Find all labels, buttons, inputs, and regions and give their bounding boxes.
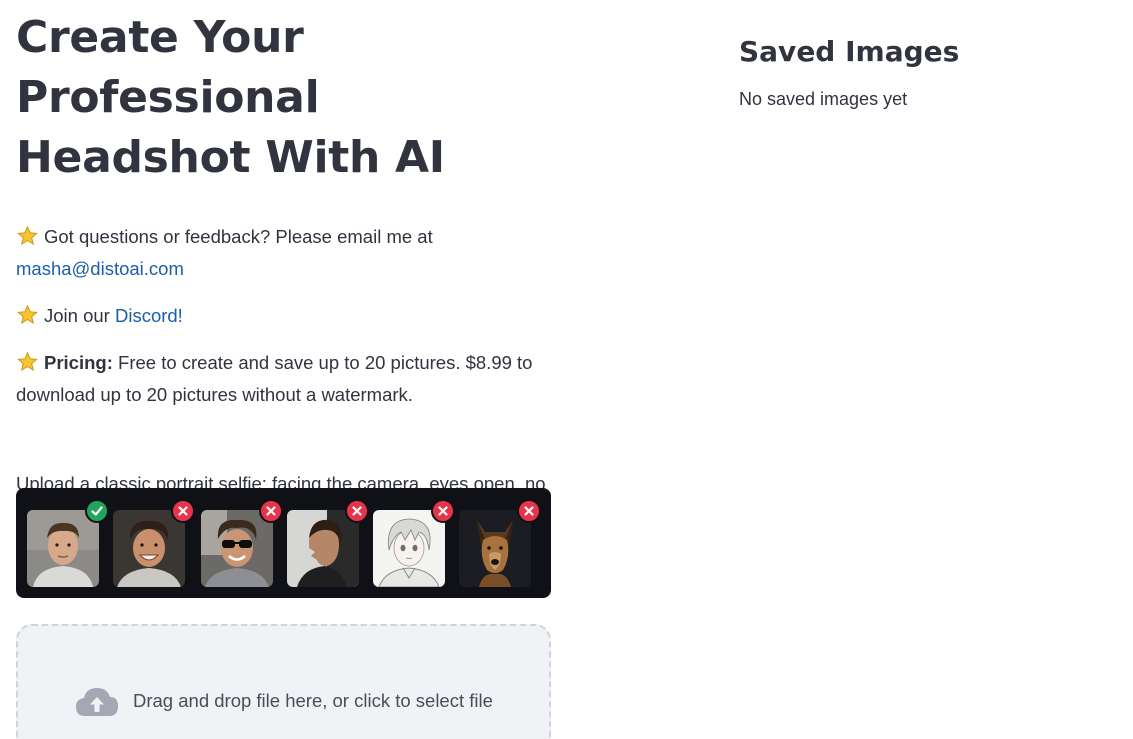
example-sunglasses-selfie bbox=[201, 499, 283, 587]
example-front-facing-selfie bbox=[27, 499, 109, 587]
pricing-line: Pricing: Free to create and save up to 2… bbox=[16, 347, 552, 411]
cloud-upload-icon bbox=[76, 688, 118, 716]
close-icon bbox=[266, 506, 276, 516]
dropzone-content: Drag and drop file here, or click to sel… bbox=[74, 684, 493, 718]
example-photo bbox=[113, 510, 185, 587]
close-icon bbox=[352, 506, 362, 516]
example-photo bbox=[201, 510, 273, 587]
rejected-badge bbox=[345, 499, 369, 523]
discord-line: Join our Discord! bbox=[16, 300, 552, 332]
page: Create Your Professional Headshot With A… bbox=[0, 0, 1133, 739]
example-dog-photo bbox=[459, 499, 541, 587]
dropzone-text: Drag and drop file here, or click to sel… bbox=[133, 690, 493, 711]
accepted-badge bbox=[85, 499, 109, 523]
example-anime-drawing bbox=[373, 499, 455, 587]
discord-prefix: Join our bbox=[44, 305, 110, 326]
example-photo bbox=[373, 510, 445, 587]
example-smiling-selfie bbox=[113, 499, 195, 587]
pricing-label: Pricing: bbox=[44, 352, 113, 373]
rejected-badge bbox=[517, 499, 541, 523]
contact-line: Got questions or feedback? Please email … bbox=[16, 221, 552, 285]
example-photo bbox=[287, 510, 359, 587]
star-icon bbox=[17, 225, 38, 246]
email-link[interactable]: masha@distoai.com bbox=[16, 258, 184, 279]
check-icon bbox=[91, 506, 103, 516]
example-photo bbox=[27, 510, 99, 587]
rejected-badge bbox=[171, 499, 195, 523]
discord-link[interactable]: Discord! bbox=[115, 305, 183, 326]
star-icon bbox=[17, 304, 38, 325]
close-icon bbox=[438, 506, 448, 516]
example-side-profile bbox=[287, 499, 369, 587]
saved-images-panel: Saved Images No saved images yet bbox=[739, 30, 959, 112]
contact-text: Got questions or feedback? Please email … bbox=[44, 226, 433, 247]
close-icon bbox=[524, 506, 534, 516]
page-title: Create Your Professional Headshot With A… bbox=[16, 12, 445, 183]
saved-images-empty-text: No saved images yet bbox=[739, 89, 908, 109]
saved-images-title: Saved Images bbox=[739, 35, 960, 68]
rejected-badge bbox=[431, 499, 455, 523]
file-upload-dropzone[interactable]: Drag and drop file here, or click to sel… bbox=[16, 624, 551, 739]
close-icon bbox=[178, 506, 188, 516]
example-selfies-strip bbox=[16, 488, 551, 598]
main-column: Create Your Professional Headshot With A… bbox=[16, 8, 552, 532]
star-icon bbox=[17, 351, 38, 372]
rejected-badge bbox=[259, 499, 283, 523]
example-photo bbox=[459, 510, 531, 587]
